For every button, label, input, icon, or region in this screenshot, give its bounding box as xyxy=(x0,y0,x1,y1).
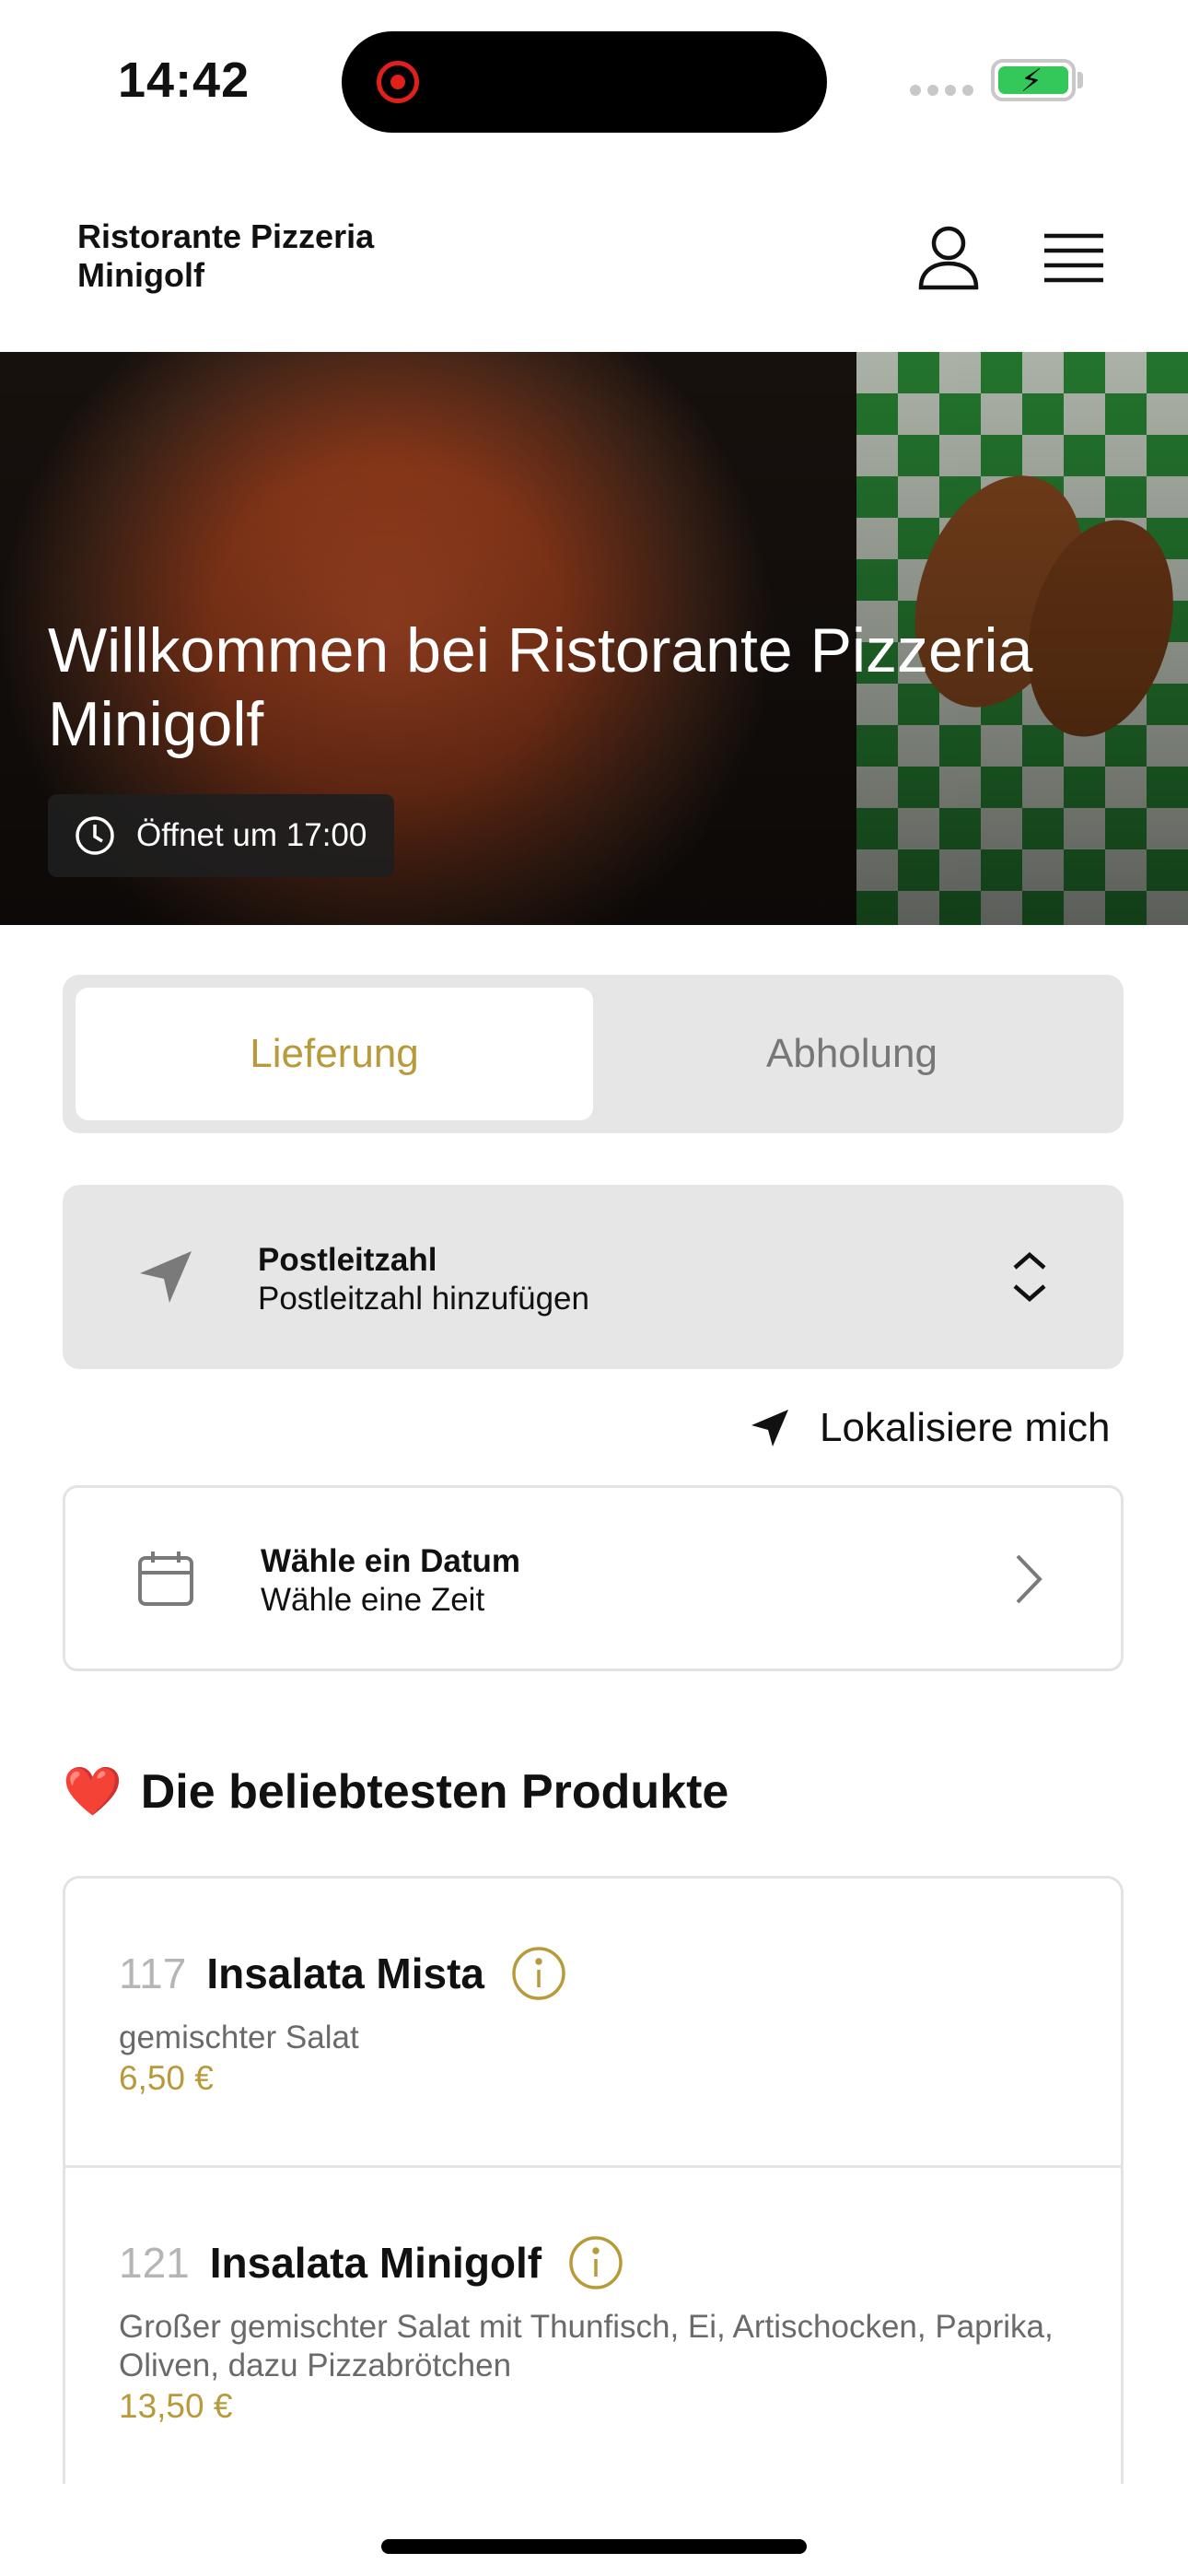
product-description: Großer gemischter Salat mit Thunfisch, E… xyxy=(119,2309,1054,2383)
tab-pickup[interactable]: Abholung xyxy=(593,988,1111,1120)
location-arrow-icon xyxy=(140,1251,192,1303)
home-indicator[interactable] xyxy=(381,2539,807,2554)
chevron-up-down-icon xyxy=(1013,1252,1046,1302)
locate-me-button[interactable]: Lokalisiere mich xyxy=(748,1400,1110,1456)
app-header: Ristorante Pizzeria Minigolf xyxy=(0,162,1188,352)
postal-code-placeholder: Postleitzahl hinzufügen xyxy=(258,1281,589,1317)
product-price: 6,50 € xyxy=(119,2059,214,2097)
postal-code-label: Postleitzahl xyxy=(258,1242,437,1278)
recording-indicator-icon xyxy=(377,61,419,103)
restaurant-name[interactable]: Ristorante Pizzeria Minigolf xyxy=(77,217,483,295)
product-item[interactable]: 117 Insalata Mista gemischter Salat 6,50… xyxy=(65,1879,1121,2168)
cellular-signal-icon xyxy=(910,85,973,96)
product-price: 13,50 € xyxy=(119,2387,233,2425)
info-icon[interactable] xyxy=(510,1945,567,2002)
battery-icon: ⚡ xyxy=(991,59,1076,101)
user-icon xyxy=(918,226,979,290)
dynamic-island xyxy=(342,31,827,133)
product-item[interactable]: 121 Insalata Minigolf Großer gemischter … xyxy=(65,2168,1121,2484)
location-arrow-icon xyxy=(751,1410,788,1446)
product-name: Insalata Mista xyxy=(206,1950,485,1997)
order-mode-toggle: Lieferung Abholung xyxy=(63,975,1124,1133)
tab-delivery[interactable]: Lieferung xyxy=(76,988,593,1120)
product-description: gemischter Salat xyxy=(119,2020,359,2055)
date-time-picker[interactable]: Wähle ein Datum Wähle eine Zeit xyxy=(63,1485,1124,1671)
menu-button[interactable] xyxy=(1042,230,1105,286)
clock-icon xyxy=(76,816,114,855)
calendar-icon xyxy=(138,1551,193,1606)
locate-me-label: Lokalisiere mich xyxy=(820,1405,1111,1450)
info-icon[interactable] xyxy=(567,2234,624,2291)
status-time: 14:42 xyxy=(118,53,250,108)
status-bar: 14:42 ⚡ xyxy=(0,0,1188,162)
postal-code-selector[interactable]: Postleitzahl Postleitzahl hinzufügen xyxy=(63,1185,1124,1369)
chevron-right-icon xyxy=(1016,1554,1042,1604)
opening-hours-badge: Öffnet um 17:00 xyxy=(48,794,395,877)
date-label: Wähle ein Datum xyxy=(261,1543,520,1579)
product-name: Insalata Minigolf xyxy=(209,2239,542,2287)
hamburger-menu-icon xyxy=(1044,233,1103,283)
profile-button[interactable] xyxy=(917,225,980,291)
time-label: Wähle eine Zeit xyxy=(261,1582,485,1618)
opening-hours-text: Öffnet um 17:00 xyxy=(136,817,367,853)
product-number: 117 xyxy=(119,1950,187,1997)
product-number: 121 xyxy=(119,2239,190,2287)
hero-title: Willkommen bei Ristorante Pizzeria Minig… xyxy=(48,615,1033,759)
product-list: 117 Insalata Mista gemischter Salat 6,50… xyxy=(63,1876,1124,2484)
battery-tip xyxy=(1077,72,1083,88)
popular-products-heading: ❤️ Die beliebtesten Produkte xyxy=(63,1763,728,1820)
hero-banner: Willkommen bei Ristorante Pizzeria Minig… xyxy=(0,352,1188,925)
heart-icon: ❤️ xyxy=(63,1765,122,1819)
section-title: Die beliebtesten Produkte xyxy=(140,1764,729,1819)
